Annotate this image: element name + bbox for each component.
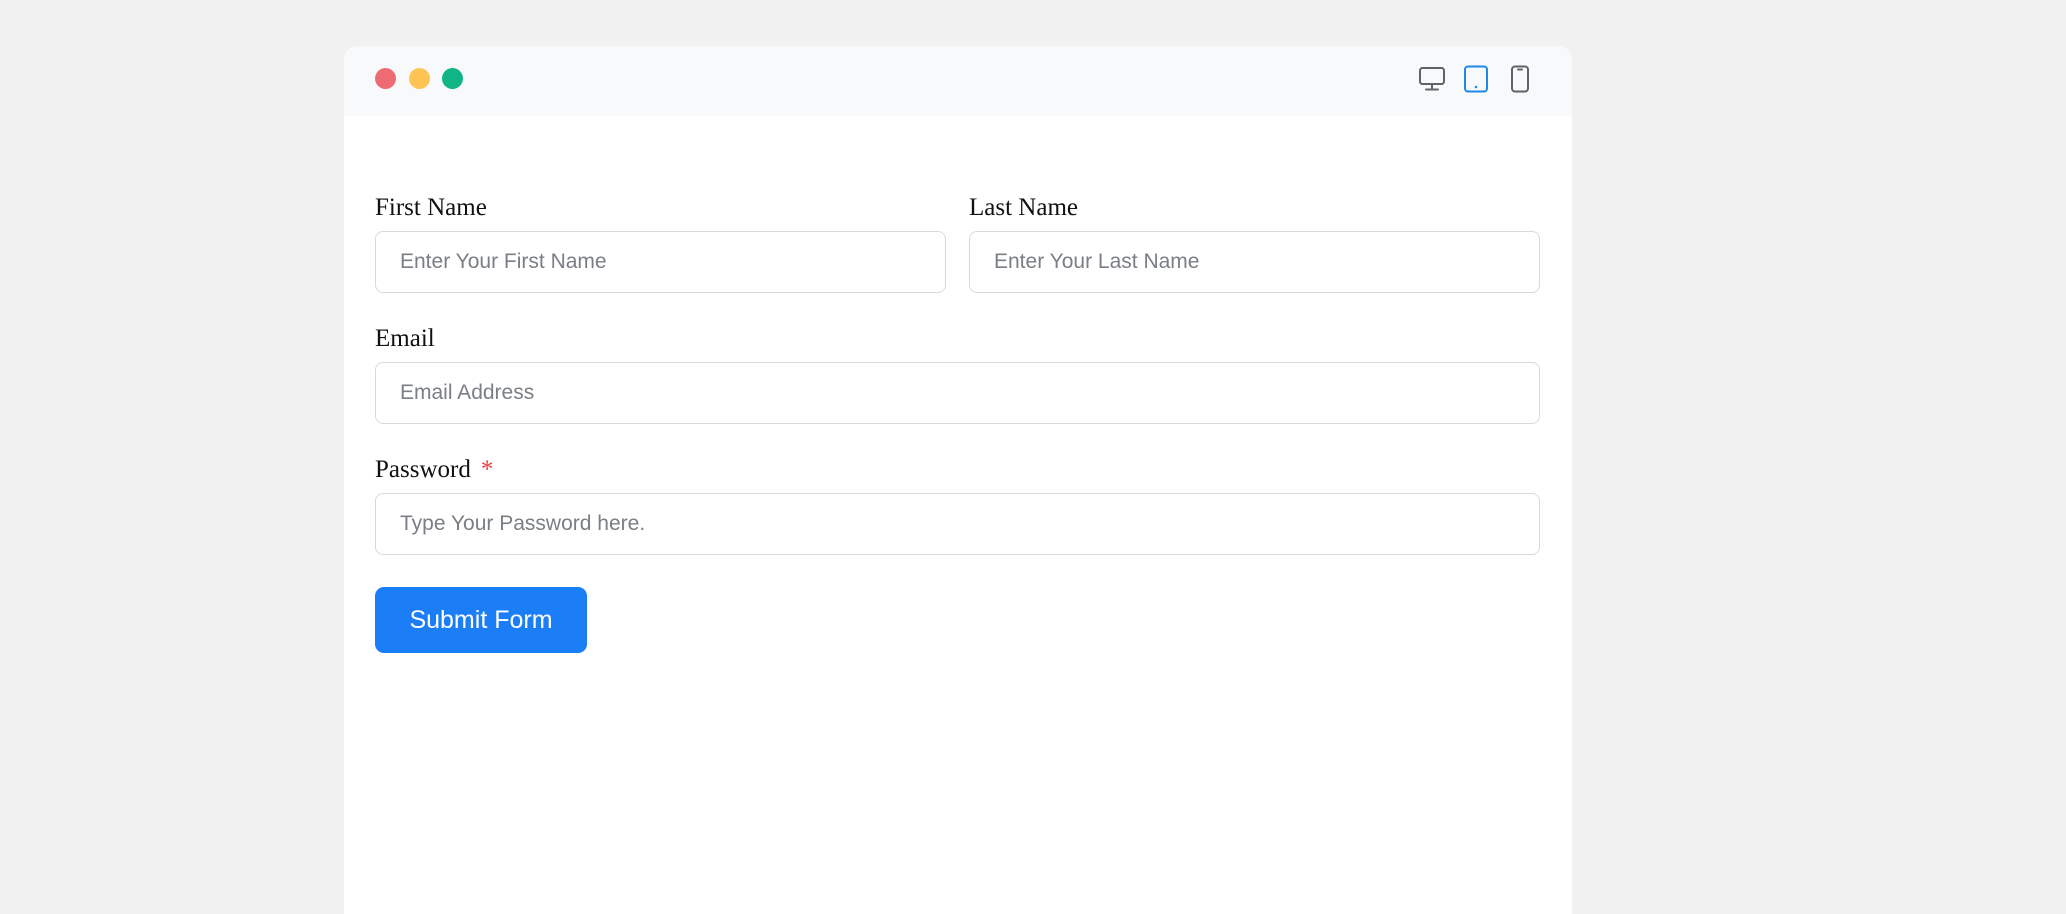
first-name-label: First Name: [375, 194, 487, 221]
required-asterisk: *: [480, 456, 494, 483]
minimize-window-button[interactable]: [409, 68, 430, 89]
email-label: Email: [375, 325, 435, 352]
desktop-view-button[interactable]: [1415, 62, 1449, 96]
window-titlebar: [344, 46, 1572, 116]
last-name-label: Last Name: [969, 194, 1078, 221]
desktop-icon: [1419, 67, 1445, 91]
email-input[interactable]: [375, 362, 1540, 424]
mobile-icon: [1511, 65, 1529, 93]
password-input[interactable]: [375, 493, 1540, 555]
password-label: Password: [375, 456, 471, 483]
maximize-window-button[interactable]: [442, 68, 463, 89]
submit-form-button[interactable]: Submit Form: [375, 587, 587, 653]
password-label-group: Password *: [375, 455, 493, 485]
last-name-input[interactable]: [969, 231, 1540, 293]
tablet-icon: [1464, 65, 1488, 93]
form-builder-window: First Name Last Name Email Password * Sub…: [344, 46, 1572, 914]
tablet-view-button[interactable]: [1459, 62, 1493, 96]
mobile-view-button[interactable]: [1503, 62, 1537, 96]
first-name-input[interactable]: [375, 231, 946, 293]
close-window-button[interactable]: [375, 68, 396, 89]
